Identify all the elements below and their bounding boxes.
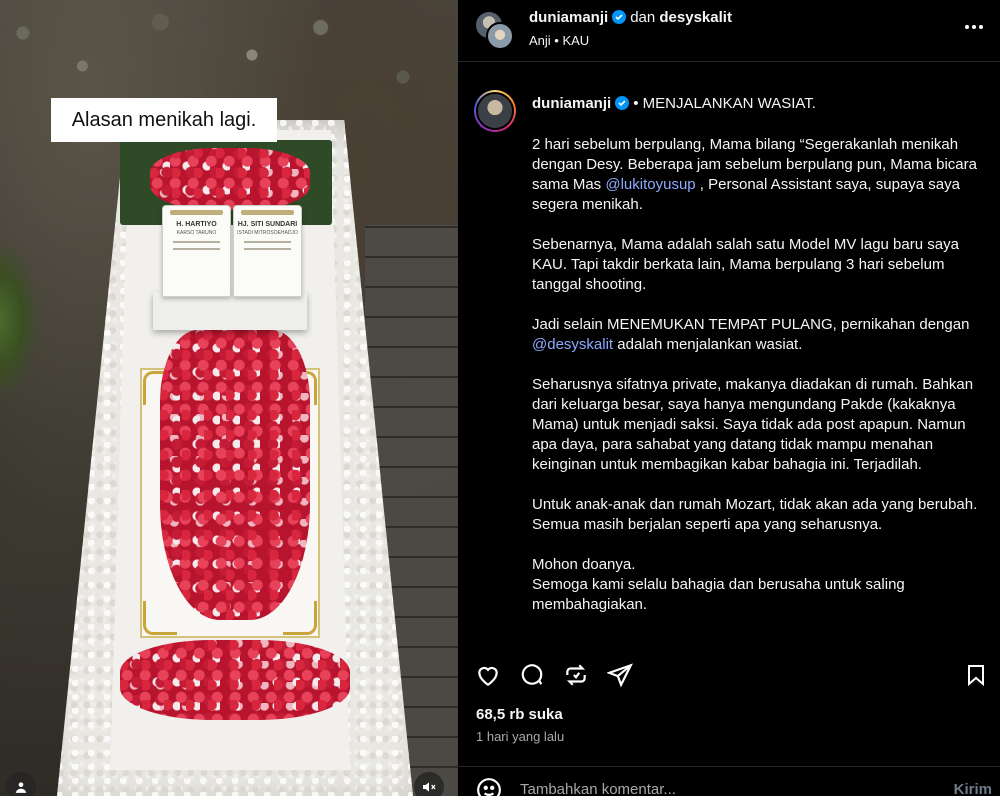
gold-ornament — [283, 601, 317, 635]
arabic-inscription — [240, 210, 295, 215]
book-headstone: H. HARTIYO KARSO TARUNO HJ. SITI SUNDARI… — [162, 205, 302, 297]
username-link[interactable]: duniamanji — [529, 9, 608, 26]
caption-text: Sebenarnya, Mama adalah salah satu Model… — [532, 236, 959, 293]
comment-button[interactable] — [518, 661, 546, 689]
post-caption: duniamanji • MENJALANKAN WASIAT. 2 hari s… — [458, 80, 1000, 646]
caption-paragraph: Jadi selain MENEMUKAN TEMPAT PULANG, per… — [532, 315, 984, 355]
avatar[interactable] — [486, 22, 514, 50]
caption-paragraph: 2 hari sebelum berpulang, Mama bilang “S… — [532, 135, 984, 215]
post-side-panel: duniamanji dan desyskalit Anji • KAU duni… — [458, 0, 1000, 796]
headstone-right-name: HJ. SITI SUNDARI — [237, 221, 298, 228]
arabic-inscription — [169, 210, 224, 215]
save-button[interactable] — [962, 661, 990, 689]
headstone-left-name: H. HARTIYO — [176, 221, 217, 228]
repost-button[interactable] — [562, 661, 590, 689]
mention-link[interactable]: @lukitoyusup — [605, 176, 695, 193]
headstone-left-parent: KARSO TARUNO — [176, 230, 217, 236]
action-bar — [458, 656, 1000, 696]
share-button[interactable] — [606, 661, 634, 689]
headstone-base — [153, 292, 307, 330]
caption-paragraph: Sebenarnya, Mama adalah salah satu Model… — [532, 235, 984, 295]
caption-paragraph: Mohon doanya. Semoga kami selalu bahagia… — [532, 555, 984, 615]
post-timestamp[interactable]: 1 hari yang lalu — [476, 729, 564, 744]
post-header: duniamanji dan desyskalit Anji • KAU — [458, 0, 1000, 62]
caption-text: Untuk anak-anak dan rumah Mozart, tidak … — [532, 496, 978, 533]
media-caption-text: Alasan menikah lagi. — [71, 108, 257, 131]
mute-button[interactable] — [414, 772, 444, 796]
caption-header: duniamanji • MENJALANKAN WASIAT. — [532, 95, 816, 112]
caption-text: Mohon doanya. Semoga kami selalu bahagia… — [532, 556, 905, 613]
media-caption-overlay: Alasan menikah lagi. — [51, 98, 277, 142]
tagged-users-button[interactable] — [6, 772, 36, 796]
gold-ornament — [143, 601, 177, 635]
like-button[interactable] — [474, 661, 502, 689]
caption-text: Seharusnya sifatnya private, makanya dia… — [532, 376, 974, 473]
more-horizontal-icon — [965, 25, 983, 29]
speaker-muted-icon — [423, 782, 436, 792]
post-media[interactable]: H. HARTIYO KARSO TARUNO HJ. SITI SUNDARI… — [0, 0, 458, 796]
comment-icon — [521, 664, 543, 685]
emoji-icon[interactable] — [476, 777, 502, 796]
caption-text: Jadi selain MENEMUKAN TEMPAT PULANG, per… — [532, 316, 970, 333]
caption-paragraph: Untuk anak-anak dan rumah Mozart, tidak … — [532, 495, 984, 535]
caption-body: 2 hari sebelum berpulang, Mama bilang “S… — [532, 135, 984, 635]
post-comment-button[interactable]: Kirim — [954, 781, 992, 796]
caption-username[interactable]: duniamanji — [532, 95, 611, 112]
user-tag-icon — [15, 782, 27, 793]
mention-link[interactable]: @desyskalit — [532, 336, 613, 353]
headstone-right-parent: ISTADI MITROSOEHADJO — [237, 230, 298, 236]
caption-avatar[interactable] — [474, 90, 516, 132]
caption-paragraph: Seharusnya sifatnya private, makanya dia… — [532, 375, 984, 475]
audio-subtitle[interactable]: Anji • KAU — [529, 33, 589, 48]
share-icon — [607, 663, 633, 688]
bookmark-icon — [968, 665, 984, 687]
headstone-left-page: H. HARTIYO KARSO TARUNO — [162, 205, 231, 297]
conjunction-text: dan — [630, 9, 656, 26]
like-count[interactable]: 68,5 rb suka — [476, 706, 563, 723]
comment-input[interactable]: Tambahkan komentar... — [520, 781, 676, 796]
comment-bar: Tambahkan komentar... Kirim — [458, 766, 1000, 796]
collab-avatars[interactable] — [474, 10, 514, 50]
repost-icon — [566, 664, 586, 686]
caption-headline: • MENJALANKAN WASIAT. — [633, 95, 816, 112]
flower-petals-middle — [160, 330, 310, 620]
grass-patch — [0, 240, 40, 400]
username-link[interactable]: desyskalit — [659, 9, 732, 26]
caption-text: adalah menjalankan wasiat. — [613, 336, 803, 353]
more-options-button[interactable] — [960, 15, 988, 39]
collab-usernames: duniamanji dan desyskalit — [529, 9, 732, 26]
verified-badge-icon — [612, 10, 627, 24]
verified-badge-icon — [615, 96, 630, 110]
headstone-right-page: HJ. SITI SUNDARI ISTADI MITROSOEHADJO — [233, 205, 302, 297]
flower-petals-top — [150, 148, 310, 210]
dry-leaves — [0, 0, 458, 110]
heart-icon — [478, 666, 498, 687]
flower-petals-bottom — [120, 640, 350, 720]
